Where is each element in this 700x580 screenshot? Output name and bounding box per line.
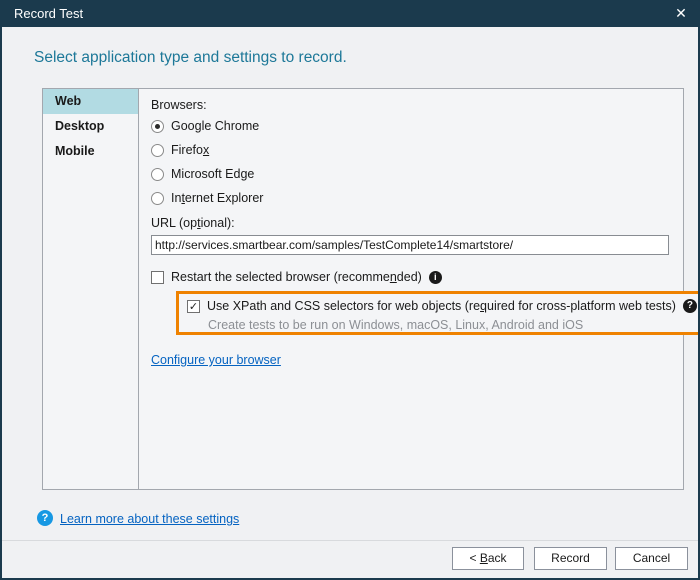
footer-separator [2,540,698,541]
cancel-button[interactable]: Cancel [615,547,688,570]
browsers-label: Browsers: [151,98,207,112]
record-button[interactable]: Record [534,547,607,570]
radio-button-icon [151,167,164,181]
checkbox-checked-icon: ✓ [187,299,200,313]
checkbox-label: Restart the selected browser (recommende… [171,270,422,284]
xpath-selectors-checkbox[interactable]: ✓ Use XPath and CSS selectors for web ob… [187,299,697,313]
radio-button-icon [151,119,164,133]
configure-browser-link[interactable]: Configure your browser [151,353,281,367]
footer-help-icon[interactable]: ? [37,510,53,526]
restart-browser-checkbox[interactable]: Restart the selected browser (recommende… [151,270,442,284]
radio-microsoft-edge[interactable]: Microsoft Edge [151,167,254,181]
sidebar-item-web[interactable]: Web [43,89,138,114]
radio-label: Firefox [171,143,210,157]
radio-label: Microsoft Edge [171,167,255,181]
radio-button-icon [151,143,164,157]
sidebar-item-desktop[interactable]: Desktop [43,114,138,139]
sidebar-item-mobile[interactable]: Mobile [43,139,138,164]
url-label: URL (optional): [151,216,235,230]
record-test-dialog: Record Test ✕ Select application type an… [0,0,700,580]
xpath-highlight-box: ✓ Use XPath and CSS selectors for web ob… [176,291,698,335]
settings-panel: Web Desktop Mobile Browsers: Google Chro… [42,88,698,490]
info-icon[interactable]: i [428,270,442,284]
radio-label: Internet Explorer [171,191,264,205]
radio-selected-dot [155,123,160,129]
radio-button-icon [151,191,164,205]
radio-firefox[interactable]: Firefox [151,143,209,157]
dialog-heading: Select application type and settings to … [34,49,347,66]
checkbox-icon [151,270,164,284]
radio-internet-explorer[interactable]: Internet Explorer [151,191,263,205]
checkbox-label: Use XPath and CSS selectors for web obje… [207,299,676,313]
radio-label: Google Chrome [171,119,260,133]
close-icon[interactable]: ✕ [668,2,694,27]
url-input[interactable] [151,235,669,255]
sidebar: Web Desktop Mobile [43,89,139,489]
window-title: Record Test [14,6,84,21]
help-icon[interactable]: ? [682,299,697,313]
xpath-checkbox-subtext: Create tests to be run on Windows, macOS… [208,318,584,332]
web-settings-content: Browsers: Google Chrome Firefox Microsof… [140,89,698,489]
titlebar: Record Test ✕ [2,2,698,27]
radio-google-chrome[interactable]: Google Chrome [151,119,259,133]
learn-more-link[interactable]: Learn more about these settings [60,512,239,526]
back-button[interactable]: < Back [452,547,524,570]
